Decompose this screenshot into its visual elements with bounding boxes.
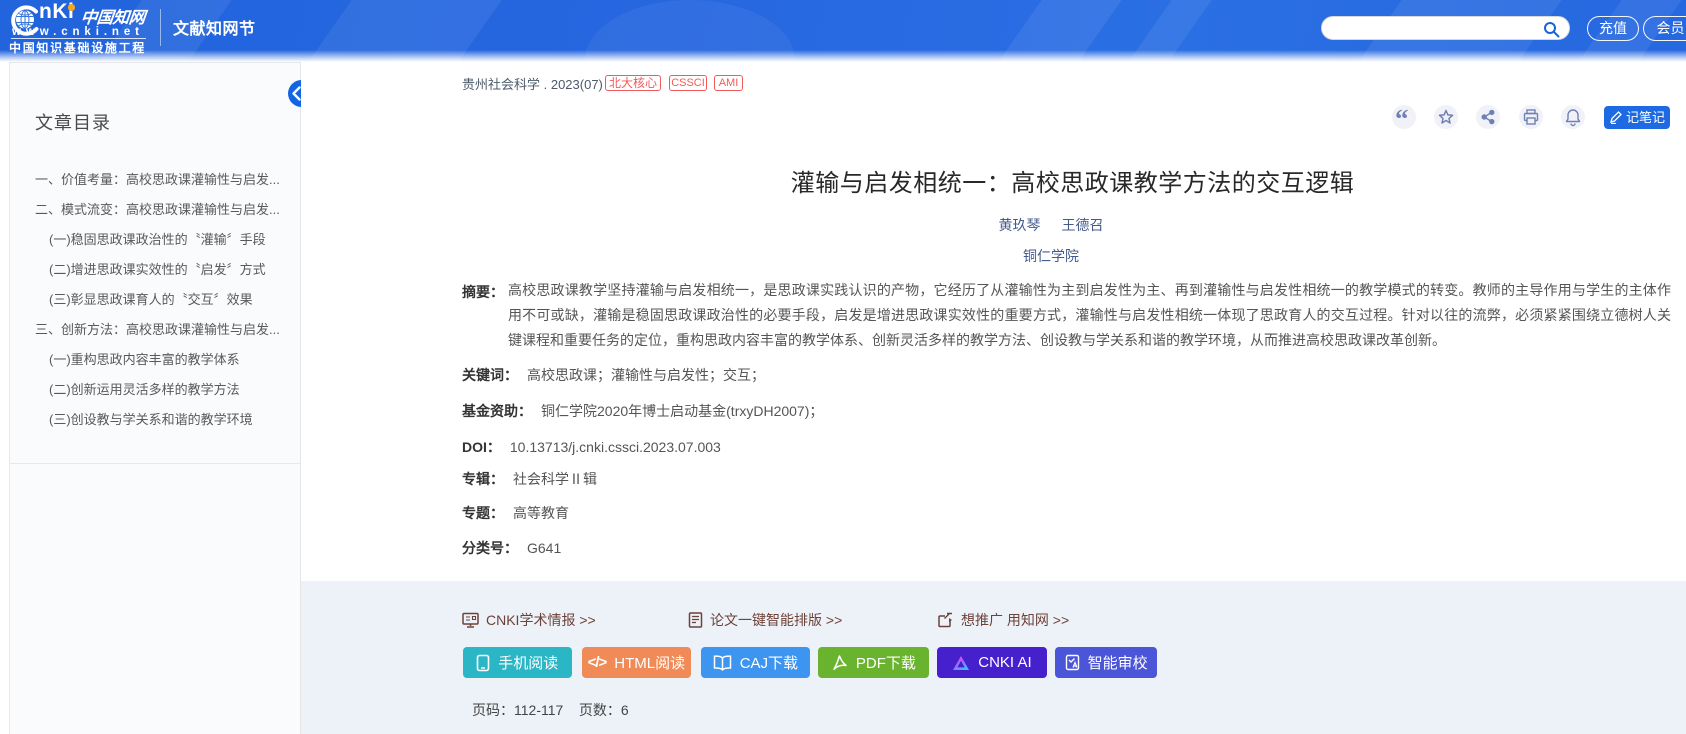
svg-text:“: “ <box>1395 105 1409 129</box>
